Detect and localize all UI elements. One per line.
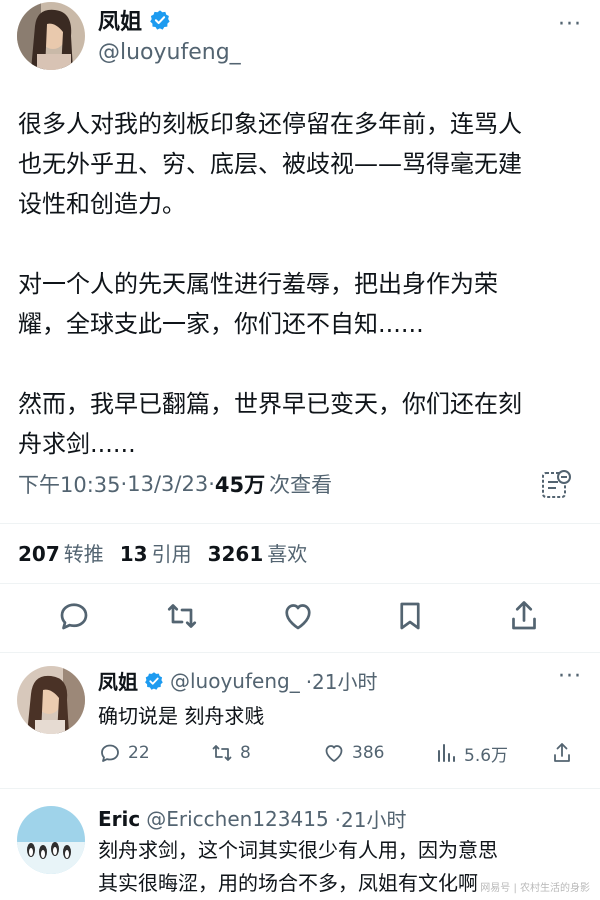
retweet-icon bbox=[212, 745, 232, 761]
like-icon[interactable] bbox=[280, 598, 316, 634]
share-icon bbox=[554, 743, 570, 762]
tweet-text: 很多人对我的刻板印象还停留在多年前，连骂人 也无外乎丑、穷、底层、被歧视——骂得… bbox=[18, 104, 586, 504]
reply-author-handle[interactable]: @Ericchen123415 bbox=[146, 807, 328, 831]
retweets-stat[interactable]: 207 转推 bbox=[18, 538, 104, 567]
reply-text: 确切说是 刻舟求贱 bbox=[98, 704, 265, 728]
reply-author-row[interactable]: Eric @Ericchen123415 ·21小时 bbox=[98, 804, 406, 833]
tweet-actions bbox=[0, 596, 600, 640]
reply-time[interactable]: ·21小时 bbox=[306, 666, 378, 695]
retweet-count: 8 bbox=[240, 743, 251, 763]
analytics-icon[interactable] bbox=[538, 468, 572, 502]
reply-author-handle[interactable]: @luoyufeng_ bbox=[170, 669, 300, 693]
reply-action-views[interactable]: 5.6万 bbox=[434, 741, 508, 766]
reply-action-reply[interactable]: 22 bbox=[98, 741, 150, 765]
reply-actions: 22 8 386 5.6万 bbox=[98, 738, 578, 768]
like-count: 386 bbox=[352, 743, 385, 763]
author-name[interactable]: 凤姐 bbox=[98, 4, 142, 36]
more-icon[interactable]: ··· bbox=[558, 12, 582, 37]
tweet-paragraph-1: 很多人对我的刻板印象还停留在多年前，连骂人 也无外乎丑、穷、底层、被歧视——骂得… bbox=[18, 110, 522, 218]
tweet-date[interactable]: 13/3/23 bbox=[127, 472, 208, 496]
tweet-paragraph-3: 然而，我早已翻篇，世界早已变天，你们还在刻 舟求剑...... bbox=[18, 390, 522, 458]
reply-count: 22 bbox=[128, 743, 150, 763]
tweet-stats: 207 转推 13 引用 3261 喜欢 bbox=[18, 538, 307, 567]
avatar[interactable] bbox=[17, 666, 85, 734]
tweet-paragraph-2: 对一个人的先天属性进行羞辱，把出身作为荣 耀，全球支此一家，你们还不自知....… bbox=[18, 270, 498, 338]
divider bbox=[0, 583, 600, 584]
watermark: 网易号 | 农村生活的身影 bbox=[480, 883, 590, 894]
reply-action-retweet[interactable]: 8 bbox=[210, 741, 251, 765]
avatar[interactable] bbox=[17, 2, 85, 70]
reply-author-row[interactable]: 凤姐 @luoyufeng_ ·21小时 bbox=[98, 666, 378, 695]
divider bbox=[0, 523, 600, 524]
likes-stat[interactable]: 3261 喜欢 bbox=[208, 538, 308, 567]
verified-icon bbox=[145, 671, 163, 690]
reply-author-name[interactable]: Eric bbox=[98, 807, 140, 831]
author-name-row[interactable]: 凤姐 bbox=[98, 4, 171, 36]
tweet-time[interactable]: 下午10:35 bbox=[18, 469, 121, 499]
author-handle[interactable]: @luoyufeng_ bbox=[98, 40, 241, 65]
reply-time[interactable]: ·21小时 bbox=[335, 804, 407, 833]
share-icon[interactable] bbox=[506, 598, 542, 634]
retweet-icon[interactable] bbox=[164, 598, 200, 634]
views-count: 45万 bbox=[214, 473, 266, 497]
reply-icon bbox=[101, 744, 119, 762]
views-label: 次查看 bbox=[269, 473, 333, 497]
more-icon[interactable]: ··· bbox=[558, 664, 582, 689]
bookmark-icon[interactable] bbox=[392, 598, 428, 634]
reply-author-name[interactable]: 凤姐 bbox=[98, 666, 138, 695]
tweet-meta: 下午10:35 · 13/3/23 · 45万 次查看 bbox=[18, 469, 332, 499]
reply-icon[interactable] bbox=[56, 598, 92, 634]
quotes-stat[interactable]: 13 引用 bbox=[120, 538, 192, 567]
views-icon bbox=[438, 744, 455, 762]
verified-icon bbox=[150, 10, 170, 30]
meta-separator: · bbox=[208, 472, 215, 496]
reply-action-share[interactable] bbox=[550, 741, 574, 765]
reply-action-like[interactable]: 386 bbox=[322, 741, 384, 765]
view-count: 5.6万 bbox=[464, 745, 509, 766]
reply-tweet[interactable]: 凤姐 @luoyufeng_ ·21小时 ··· 确切说是 刻舟求贱 22 8 … bbox=[0, 652, 600, 780]
meta-separator: · bbox=[120, 472, 128, 496]
like-icon bbox=[325, 745, 343, 762]
avatar[interactable] bbox=[17, 806, 85, 874]
